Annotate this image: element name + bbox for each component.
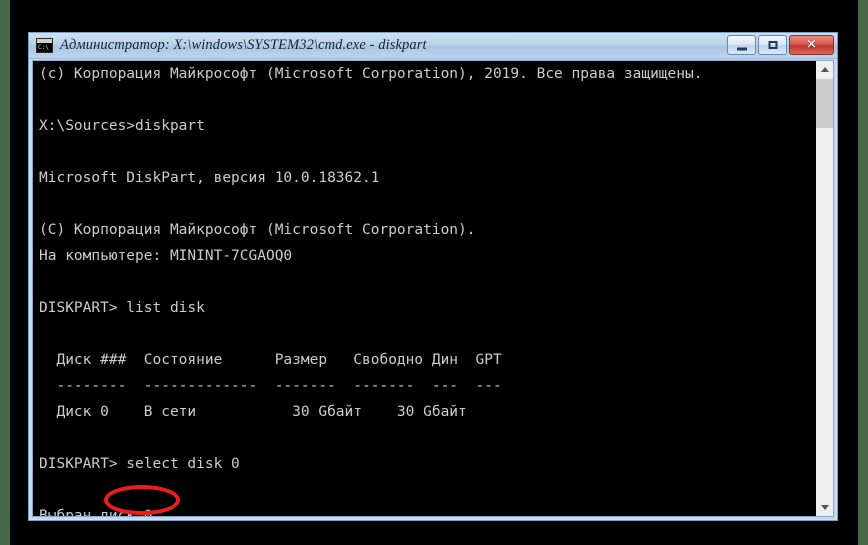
console-line: (C) Корпорация Майкрософт (Microsoft Cor… bbox=[39, 222, 476, 238]
scroll-up-arrow[interactable] bbox=[816, 61, 833, 78]
console-output[interactable]: (c) Корпорация Майкрософт (Microsoft Cor… bbox=[33, 61, 815, 516]
maximize-icon bbox=[768, 41, 777, 49]
cmd-window: Администратор: X:\windows\SYSTEM32\cmd.e… bbox=[28, 32, 838, 521]
console-line: Диск 0 В сети 30 Gбайт 30 Gбайт bbox=[39, 404, 467, 420]
window-title: Администратор: X:\windows\SYSTEM32\cmd.e… bbox=[60, 37, 427, 53]
right-edge-strip bbox=[858, 0, 868, 545]
console-area: (c) Корпорация Майкрософт (Microsoft Cor… bbox=[32, 60, 834, 517]
minimize-button[interactable] bbox=[727, 35, 756, 55]
console-line: Выбран диск 0. bbox=[39, 508, 162, 516]
scroll-down-arrow[interactable] bbox=[816, 499, 833, 516]
console-line: -------- ------------- ------- ------- -… bbox=[39, 378, 502, 394]
left-edge-strip bbox=[0, 0, 10, 545]
window-titlebar[interactable]: Администратор: X:\windows\SYSTEM32\cmd.e… bbox=[29, 33, 837, 59]
close-icon: ✕ bbox=[806, 37, 817, 53]
scroll-thumb[interactable] bbox=[816, 79, 833, 128]
console-line: (c) Корпорация Майкрософт (Microsoft Cor… bbox=[39, 66, 703, 82]
console-line: На компьютере: MININT-7CGAOQ0 bbox=[39, 248, 293, 264]
console-scrollbar[interactable] bbox=[815, 61, 833, 516]
close-button[interactable]: ✕ bbox=[789, 35, 834, 55]
cmd-console-icon bbox=[36, 38, 53, 53]
console-line: Диск ### Состояние Размер Свободно Дин G… bbox=[39, 352, 502, 368]
console-line: Microsoft DiskPart, версия 10.0.18362.1 bbox=[39, 170, 380, 186]
console-line: DISKPART> list disk bbox=[39, 300, 205, 316]
maximize-button[interactable] bbox=[758, 35, 787, 55]
console-line: X:\Sources>diskpart bbox=[39, 118, 205, 134]
minimize-icon bbox=[736, 47, 747, 51]
window-controls: ✕ bbox=[727, 35, 834, 55]
console-line: DISKPART> select disk 0 bbox=[39, 456, 240, 472]
